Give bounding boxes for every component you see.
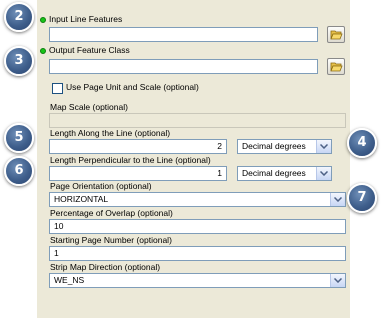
callout-badge-4: 4	[347, 128, 377, 158]
use-page-unit-checkbox[interactable]	[52, 83, 63, 94]
length-perpendicular-field[interactable]: 1	[49, 166, 227, 181]
strip-map-direction-select[interactable]: WE_NS	[49, 273, 346, 288]
required-dot-icon	[40, 48, 46, 54]
browse-output-button[interactable]	[327, 58, 345, 75]
callout-badge-6: 6	[4, 156, 34, 186]
percentage-overlap-field[interactable]: 10	[49, 219, 346, 234]
strip-map-direction-label: Strip Map Direction (optional)	[50, 262, 161, 272]
folder-open-icon	[330, 30, 343, 40]
length-along-label: Length Along the Line (optional)	[50, 128, 171, 138]
output-feature-class-label: Output Feature Class	[49, 45, 130, 55]
input-line-features-field[interactable]	[49, 27, 318, 42]
length-along-unit-dropdown-button[interactable]	[316, 140, 331, 153]
callout-badge-3: 3	[4, 46, 34, 76]
output-feature-class-field[interactable]	[49, 59, 318, 74]
length-along-unit-value: Decimal degrees	[242, 141, 306, 151]
chevron-down-icon	[334, 197, 342, 202]
chevron-down-icon	[320, 171, 328, 176]
required-dot-icon	[40, 17, 46, 23]
length-along-unit-select[interactable]: Decimal degrees	[237, 139, 332, 154]
starting-page-number-label: Starting Page Number (optional)	[50, 235, 172, 245]
chevron-down-icon	[320, 144, 328, 149]
browse-input-button[interactable]	[327, 26, 345, 43]
strip-map-direction-value: WE_NS	[54, 275, 85, 285]
page-orientation-select[interactable]: HORIZONTAL	[49, 192, 346, 207]
length-along-field[interactable]: 2	[49, 139, 227, 154]
callout-badge-7: 7	[347, 183, 377, 213]
length-perpendicular-unit-select[interactable]: Decimal degrees	[237, 166, 332, 181]
tool-dialog-panel: Input Line Features Output Feature Class…	[37, 0, 350, 318]
chevron-down-icon	[334, 278, 342, 283]
page-orientation-label: Page Orientation (optional)	[50, 181, 152, 191]
map-scale-field	[49, 113, 346, 128]
page-orientation-value: HORIZONTAL	[54, 194, 109, 204]
strip-map-direction-dropdown-button[interactable]	[330, 274, 345, 287]
page-orientation-dropdown-button[interactable]	[330, 193, 345, 206]
callout-badge-5: 5	[4, 123, 34, 153]
length-perpendicular-unit-dropdown-button[interactable]	[316, 167, 331, 180]
length-perpendicular-label: Length Perpendicular to the Line (option…	[50, 155, 211, 165]
use-page-unit-label[interactable]: Use Page Unit and Scale (optional)	[66, 82, 199, 92]
folder-open-icon	[330, 62, 343, 72]
callout-badge-2: 2	[4, 2, 34, 32]
input-line-features-label: Input Line Features	[49, 14, 123, 24]
starting-page-number-field[interactable]: 1	[49, 246, 346, 261]
map-scale-label: Map Scale (optional)	[50, 102, 128, 112]
length-perpendicular-unit-value: Decimal degrees	[242, 168, 306, 178]
percentage-overlap-label: Percentage of Overlap (optional)	[50, 208, 173, 218]
